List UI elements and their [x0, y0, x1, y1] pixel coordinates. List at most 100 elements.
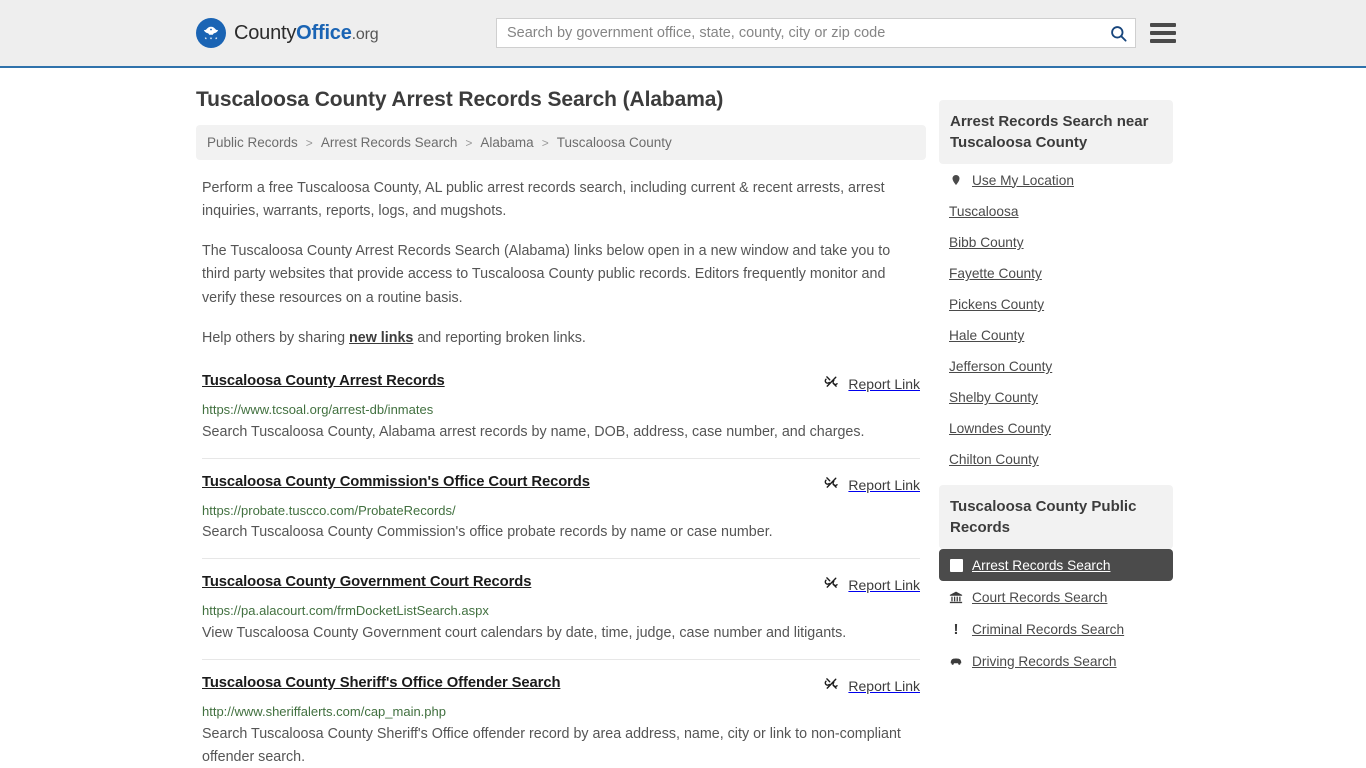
breadcrumb-item-tuscaloosa-county[interactable]: Tuscaloosa County	[557, 135, 672, 150]
result-description: Search Tuscaloosa County, Alabama arrest…	[202, 423, 865, 440]
sidebar-nearby-item[interactable]: Chilton County	[939, 444, 1173, 475]
result-title-link[interactable]: Tuscaloosa County Government Court Recor…	[202, 573, 531, 592]
result-url[interactable]: https://probate.tuscco.com/ProbateRecord…	[202, 503, 920, 519]
breadcrumb-item-alabama[interactable]: Alabama	[480, 135, 533, 150]
report-link-button[interactable]: Report Link	[823, 372, 920, 395]
search-bar[interactable]	[496, 18, 1136, 48]
report-link-label: Report Link	[848, 577, 920, 594]
broken-link-icon	[823, 574, 840, 596]
handcuffs-icon	[949, 557, 963, 573]
sidebar-nearby-item[interactable]: Lowndes County	[939, 413, 1173, 444]
result-description: Search Tuscaloosa County Commission's of…	[202, 524, 773, 541]
hamburger-menu-icon[interactable]	[1150, 23, 1176, 43]
sidebar-records-item-label[interactable]: Driving Records Search	[972, 654, 1117, 669]
broken-link-icon	[823, 675, 840, 697]
help-suffix-text: and reporting broken links.	[413, 329, 586, 346]
result-item: Tuscaloosa County Commission's Office Co…	[202, 473, 920, 560]
sidebar-nearby-box: Arrest Records Search near Tuscaloosa Co…	[939, 100, 1173, 475]
hamburger-bar-2	[1150, 31, 1176, 35]
result-url[interactable]: http://www.sheriffalerts.com/cap_main.ph…	[202, 704, 920, 720]
sidebar-records-item-label[interactable]: Criminal Records Search	[972, 622, 1124, 637]
main-content: Tuscaloosa County Arrest Records Search …	[196, 68, 926, 768]
sidebar-records-item[interactable]: ! Criminal Records Search	[939, 613, 1173, 645]
sidebar-public-records-box: Tuscaloosa County Public Records Arrest …	[939, 485, 1173, 677]
sidebar-nearby-item-label[interactable]: Lowndes County	[949, 421, 1051, 436]
breadcrumb-separator: >	[465, 135, 473, 150]
brand-part-office: Office	[296, 21, 352, 44]
sidebar-nearby-item[interactable]: Tuscaloosa	[939, 196, 1173, 227]
new-links-link[interactable]: new links	[349, 330, 413, 346]
broken-link-icon	[823, 474, 840, 496]
search-button[interactable]	[1101, 19, 1135, 47]
breadcrumb-item-public-records[interactable]: Public Records	[207, 135, 298, 150]
report-link-label: Report Link	[848, 476, 920, 493]
result-url[interactable]: https://www.tcsoal.org/arrest-db/inmates	[202, 402, 920, 418]
sidebar-nearby-item[interactable]: Pickens County	[939, 289, 1173, 320]
sidebar-nearby-item-label[interactable]: Chilton County	[949, 452, 1039, 467]
search-input[interactable]	[497, 19, 1101, 47]
sidebar-nearby-item-label[interactable]: Use My Location	[972, 173, 1074, 188]
sidebar-nearby-item[interactable]: Bibb County	[939, 227, 1173, 258]
result-header: Tuscaloosa County Sheriff's Office Offen…	[202, 674, 920, 697]
sidebar-records-item[interactable]: Driving Records Search	[939, 645, 1173, 677]
sidebar-nearby-item-label[interactable]: Tuscaloosa	[949, 204, 1019, 219]
sidebar-nearby-item-label[interactable]: Pickens County	[949, 297, 1044, 312]
result-header: Tuscaloosa County Government Court Recor…	[202, 573, 920, 596]
sidebar-nearby-item[interactable]: Fayette County	[939, 258, 1173, 289]
intro-paragraph-1: Perform a free Tuscaloosa County, AL pub…	[202, 180, 885, 220]
result-header: Tuscaloosa County Commission's Office Co…	[202, 473, 920, 496]
sidebar-records-item-label[interactable]: Arrest Records Search	[972, 558, 1110, 573]
help-paragraph: Help others by sharing new links and rep…	[196, 327, 926, 350]
sidebar-records-item[interactable]: Court Records Search	[939, 581, 1173, 613]
breadcrumb-separator: >	[305, 135, 313, 150]
site-logo-text: CountyOffice.org	[234, 21, 379, 45]
hamburger-bar-1	[1150, 23, 1176, 27]
site-logo-link[interactable]: CountyOffice.org	[196, 18, 379, 48]
hamburger-bar-3	[1150, 39, 1176, 43]
result-item: Tuscaloosa County Government Court Recor…	[202, 573, 920, 661]
report-link-label: Report Link	[848, 375, 920, 392]
map-pin-icon	[949, 172, 963, 188]
sidebar-nearby-list: Use My Location Tuscaloosa Bibb County Faye…	[939, 164, 1173, 475]
car-icon	[949, 653, 963, 669]
sidebar-records-item-label[interactable]: Court Records Search	[972, 590, 1107, 605]
sidebar-nearby-item[interactable]: Use My Location	[939, 164, 1173, 196]
breadcrumb-item-arrest-records-search[interactable]: Arrest Records Search	[321, 135, 458, 150]
result-url[interactable]: https://pa.alacourt.com/frmDocketListSea…	[202, 603, 920, 619]
exclamation-icon: !	[953, 620, 959, 638]
result-description: View Tuscaloosa County Government court …	[202, 625, 847, 642]
sidebar-nearby-item[interactable]: Jefferson County	[939, 351, 1173, 382]
help-prefix-text: Help others by sharing	[202, 329, 350, 346]
result-description: Search Tuscaloosa County Sheriff's Offic…	[202, 725, 901, 765]
sidebar: Arrest Records Search near Tuscaloosa Co…	[939, 68, 1173, 687]
sidebar-nearby-item[interactable]: Hale County	[939, 320, 1173, 351]
sidebar-public-records-list: Arrest Records Search Court Records Searc…	[939, 549, 1173, 677]
result-title-link[interactable]: Tuscaloosa County Arrest Records	[202, 372, 445, 391]
report-link-label: Report Link	[848, 678, 920, 695]
result-title-link[interactable]: Tuscaloosa County Sheriff's Office Offen…	[202, 674, 560, 693]
breadcrumb: Public Records > Arrest Records Search >…	[196, 125, 926, 160]
sidebar-records-item[interactable]: Arrest Records Search	[939, 549, 1173, 581]
brand-part-county: County	[234, 21, 297, 44]
report-link-button[interactable]: Report Link	[823, 674, 920, 697]
result-title-link[interactable]: Tuscaloosa County Commission's Office Co…	[202, 473, 590, 492]
sidebar-nearby-item-label[interactable]: Shelby County	[949, 390, 1038, 405]
sidebar-nearby-item-label[interactable]: Jefferson County	[949, 359, 1052, 374]
result-item: Tuscaloosa County Sheriff's Office Offen…	[202, 674, 920, 768]
report-link-button[interactable]: Report Link	[823, 573, 920, 596]
report-link-button[interactable]: Report Link	[823, 473, 920, 496]
sidebar-nearby-item-label[interactable]: Fayette County	[949, 266, 1042, 281]
eagle-seal-logo-icon	[196, 18, 226, 48]
site-header: CountyOffice.org	[0, 0, 1366, 68]
breadcrumb-separator: >	[541, 135, 549, 150]
sidebar-nearby-item-label[interactable]: Hale County	[949, 328, 1024, 343]
sidebar-nearby-item-label[interactable]: Bibb County	[949, 235, 1024, 250]
results-list: Tuscaloosa County Arrest Records Report L…	[196, 372, 926, 768]
brand-part-tld: .org	[351, 25, 379, 43]
sidebar-public-records-heading: Tuscaloosa County Public Records	[939, 485, 1173, 549]
sidebar-nearby-item[interactable]: Shelby County	[939, 382, 1173, 413]
broken-link-icon	[823, 373, 840, 395]
page-body: Tuscaloosa County Arrest Records Search …	[0, 68, 1366, 768]
result-header: Tuscaloosa County Arrest Records Report L…	[202, 372, 920, 395]
intro-paragraph-2: The Tuscaloosa County Arrest Records Sea…	[202, 243, 891, 306]
